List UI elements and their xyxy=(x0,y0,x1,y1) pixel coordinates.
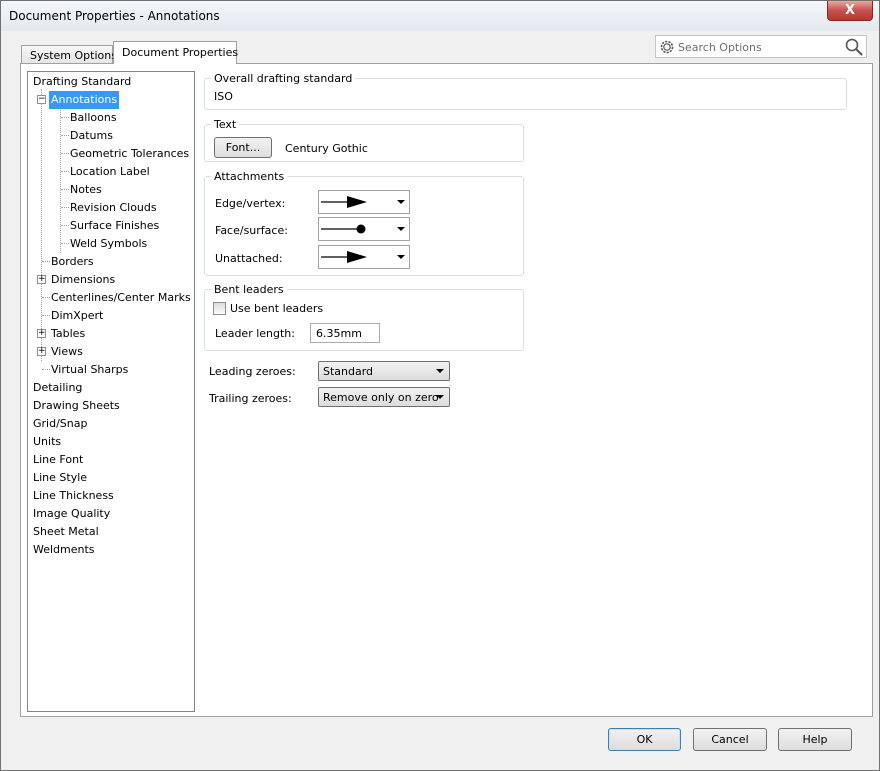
tree-item-balloons[interactable]: Balloons xyxy=(68,109,119,127)
tree-line xyxy=(60,108,61,253)
dialog-window: Document Properties - Annotations X Syst… xyxy=(0,0,880,771)
use-bent-leaders-label: Use bent leaders xyxy=(230,302,324,315)
leader-length-input[interactable]: 6.35mm xyxy=(310,323,380,343)
face-surface-dropdown[interactable] xyxy=(318,217,410,241)
dropdown-caret-icon xyxy=(436,395,444,399)
unattached-dropdown[interactable] xyxy=(318,245,410,269)
tab-label: System Options xyxy=(30,49,117,62)
tree-item-sheet-metal[interactable]: Sheet Metal xyxy=(31,523,101,541)
tab-system-options[interactable]: System Options xyxy=(21,45,117,64)
ok-button[interactable]: OK xyxy=(608,728,681,751)
tab-document-properties[interactable]: Document Properties xyxy=(113,41,239,64)
tree-item-units[interactable]: Units xyxy=(31,433,63,451)
gear-icon xyxy=(660,40,674,54)
edge-vertex-label: Edge/vertex: xyxy=(215,197,286,210)
dropdown-caret-icon xyxy=(436,369,444,373)
search-input[interactable]: Search Options xyxy=(678,41,762,54)
tree-item-line-thickness[interactable]: Line Thickness xyxy=(31,487,116,505)
leader-length-label: Leader length: xyxy=(215,327,295,340)
filled-dot-icon xyxy=(321,224,366,234)
tree-item-weldments[interactable]: Weldments xyxy=(31,541,97,559)
options-tree[interactable]: Drafting Standard − Annotations Balloons… xyxy=(27,71,195,712)
tree-item-dimxpert[interactable]: DimXpert xyxy=(49,307,105,325)
tree-item-drawing-sheets[interactable]: Drawing Sheets xyxy=(31,397,122,415)
attachments-group: Attachments Edge/vertex: Face/surface: U… xyxy=(204,170,524,276)
close-button[interactable]: X xyxy=(827,1,873,21)
tree-item-datums[interactable]: Datums xyxy=(68,127,115,145)
group-title: Text xyxy=(211,118,240,131)
tree-item-centerlines[interactable]: Centerlines/Center Marks xyxy=(49,289,193,307)
tree-item-surface-finishes[interactable]: Surface Finishes xyxy=(68,217,161,235)
tree-item-location-label[interactable]: Location Label xyxy=(68,163,152,181)
search-box[interactable]: Search Options xyxy=(655,35,867,58)
tree-item-line-style[interactable]: Line Style xyxy=(31,469,89,487)
tree-item-grid-snap[interactable]: Grid/Snap xyxy=(31,415,89,433)
dropdown-caret-icon xyxy=(397,200,405,204)
expand-icon[interactable]: + xyxy=(37,347,46,356)
tree-item-revision-clouds[interactable]: Revision Clouds xyxy=(68,199,159,217)
group-title: Bent leaders xyxy=(211,283,287,296)
edge-vertex-dropdown[interactable] xyxy=(318,190,410,214)
tree-item-borders[interactable]: Borders xyxy=(49,253,96,271)
text-group: Text Font... Century Gothic xyxy=(204,118,524,162)
tree-item-drafting-standard[interactable]: Drafting Standard xyxy=(31,73,133,91)
overall-standard-group: Overall drafting standard ISO xyxy=(204,72,847,110)
overall-standard-value: ISO xyxy=(214,90,233,103)
filled-arrow-icon xyxy=(321,251,367,263)
tree-item-dimensions[interactable]: Dimensions xyxy=(49,271,117,289)
expand-icon[interactable]: + xyxy=(37,275,46,284)
options-pane: Drafting Standard − Annotations Balloons… xyxy=(20,63,873,717)
tree-item-line-font[interactable]: Line Font xyxy=(31,451,85,469)
tree-item-virtual-sharps[interactable]: Virtual Sharps xyxy=(49,361,130,379)
filled-arrow-icon xyxy=(321,196,367,208)
face-surface-label: Face/surface: xyxy=(215,224,288,237)
help-button[interactable]: Help xyxy=(778,728,852,751)
use-bent-leaders-checkbox[interactable] xyxy=(213,302,226,315)
tree-item-weld-symbols[interactable]: Weld Symbols xyxy=(68,235,149,253)
font-name: Century Gothic xyxy=(285,142,368,155)
font-button[interactable]: Font... xyxy=(214,137,272,158)
tree-item-views[interactable]: Views xyxy=(49,343,85,361)
leading-zeroes-select[interactable]: Standard xyxy=(318,361,450,381)
group-title: Overall drafting standard xyxy=(211,72,356,85)
tree-item-detailing[interactable]: Detailing xyxy=(31,379,84,397)
tree-item-annotations[interactable]: Annotations xyxy=(49,91,120,109)
cancel-button[interactable]: Cancel xyxy=(693,728,767,751)
magnifier-icon[interactable] xyxy=(844,37,864,57)
tree-item-image-quality[interactable]: Image Quality xyxy=(31,505,112,523)
dropdown-caret-icon xyxy=(397,227,405,231)
unattached-label: Unattached: xyxy=(215,252,283,265)
trailing-zeroes-label: Trailing zeroes: xyxy=(209,392,292,405)
tree-line xyxy=(41,89,42,361)
tab-label: Document Properties xyxy=(122,46,239,59)
dropdown-caret-icon xyxy=(397,255,405,259)
tree-item-tables[interactable]: Tables xyxy=(49,325,87,343)
trailing-zeroes-select[interactable]: Remove only on zero xyxy=(318,387,450,407)
leading-zeroes-label: Leading zeroes: xyxy=(209,365,296,378)
title-bar[interactable]: Document Properties - Annotations X xyxy=(1,1,879,31)
leading-zeroes-value: Standard xyxy=(323,365,374,378)
tree-item-notes[interactable]: Notes xyxy=(68,181,104,199)
trailing-zeroes-value: Remove only on zero xyxy=(323,391,439,404)
group-title: Attachments xyxy=(211,170,288,183)
expand-icon[interactable]: + xyxy=(37,329,46,338)
collapse-icon[interactable]: − xyxy=(37,95,46,104)
tree-item-geometric-tolerances[interactable]: Geometric Tolerances xyxy=(68,145,191,163)
bent-leaders-group: Bent leaders Use bent leaders Leader len… xyxy=(204,283,524,351)
window-title: Document Properties - Annotations xyxy=(9,9,220,23)
